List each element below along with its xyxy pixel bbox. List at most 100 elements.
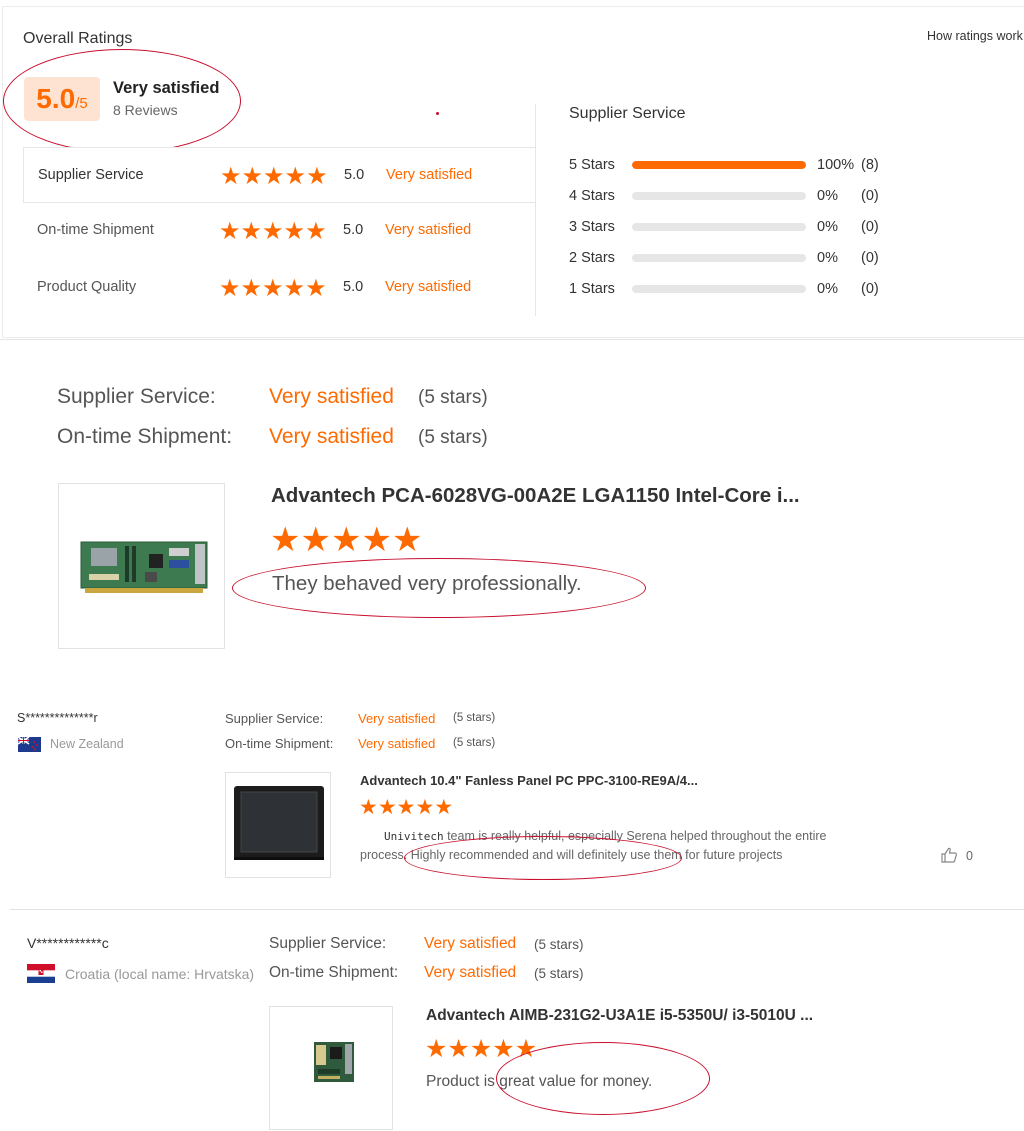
star-icon: ★: [283, 275, 306, 302]
thumbs-up-icon[interactable]: [940, 846, 958, 864]
product-title-1[interactable]: Advantech PCA-6028VG-00A2E LGA1150 Intel…: [271, 484, 800, 508]
breakdown-row[interactable]: 5 Stars 100% (8): [569, 154, 899, 178]
annotation-dot: [436, 112, 439, 115]
shipment-stars: (5 stars): [453, 737, 496, 749]
rating-row-product-quality[interactable]: Product Quality ★★★★★ 5.0 Very satisfied: [23, 260, 535, 316]
breakdown-bar-track: [632, 192, 806, 200]
supplier-service-value: Very satisfied: [269, 385, 394, 408]
breakdown-row[interactable]: 1 Stars 0% (0): [569, 278, 899, 302]
rating-row-value: 5.0: [343, 222, 364, 238]
breakdown-row[interactable]: 2 Stars 0% (0): [569, 247, 899, 271]
reviewer-name: S**************r: [17, 711, 98, 725]
star-icon: ★: [240, 275, 263, 302]
star-rating: ★★★★★: [219, 274, 327, 303]
breakdown-label: 2 Stars: [569, 250, 615, 266]
rating-row-text: Very satisfied: [385, 222, 472, 238]
breakdown-percent: 0%: [817, 281, 838, 297]
star-icon: ★: [241, 163, 264, 190]
star-icon: ★: [330, 521, 362, 559]
review-star-rating-2: ★★★★★: [359, 795, 453, 821]
rating-row-text: Very satisfied: [385, 279, 472, 295]
shipment-label: On-time Shipment:: [269, 964, 399, 981]
overall-score-max: /5: [75, 95, 88, 112]
shipment-label: On-time Shipment:: [57, 425, 233, 448]
reviewer-name: V************c: [27, 935, 109, 951]
shipment-stars: (5 stars): [418, 427, 488, 448]
rating-row-label: Supplier Service: [38, 167, 144, 183]
product-image-2[interactable]: [225, 772, 331, 878]
breakdown-title: Supplier Service: [569, 105, 686, 122]
croatia-flag-icon: [27, 964, 55, 983]
star-icon: ★: [396, 796, 416, 819]
star-icon: ★: [306, 163, 328, 190]
review-comment-1: They behaved very professionally.: [272, 572, 582, 595]
product-title-2[interactable]: Advantech 10.4" Fanless Panel PC PPC-310…: [360, 773, 698, 788]
shipment-label: On-time Shipment:: [225, 736, 334, 751]
star-icon: ★: [305, 218, 327, 245]
rating-row-on-time-shipment[interactable]: On-time Shipment ★★★★★ 5.0 Very satisfie…: [23, 203, 535, 259]
supplier-service-value: Very satisfied: [358, 711, 436, 726]
breakdown-count: (0): [861, 281, 879, 297]
rating-row-label: On-time Shipment: [37, 222, 154, 238]
review-comment-3: Product is great value for money.: [426, 1073, 653, 1090]
star-icon: ★: [447, 1035, 470, 1063]
product-image-1[interactable]: [58, 483, 225, 649]
breakdown-row[interactable]: 4 Stars 0% (0): [569, 185, 899, 209]
rating-row-value: 5.0: [343, 279, 364, 295]
star-icon: ★: [300, 521, 331, 559]
star-icon: ★: [425, 1035, 448, 1063]
shipment-value: Very satisfied: [358, 736, 436, 751]
rating-row-supplier-service[interactable]: Supplier Service ★★★★★ 5.0 Very satisfie…: [23, 147, 535, 203]
overall-ratings-panel: Overall Ratings How ratings work 5.0/5 V…: [0, 0, 1024, 340]
breakdown-label: 1 Stars: [569, 281, 615, 297]
breakdown-count: (0): [861, 219, 879, 235]
product-image-3[interactable]: [269, 1006, 393, 1130]
breakdown-percent: 0%: [817, 250, 838, 266]
reviewer-country: New Zealand: [50, 737, 124, 751]
supplier-service-stars: (5 stars): [534, 937, 584, 952]
product-title-3[interactable]: Advantech AIMB-231G2-U3A1E i5-5350U/ i3-…: [426, 1007, 813, 1025]
star-icon: ★: [219, 218, 241, 245]
star-icon: ★: [270, 521, 301, 559]
supplier-service-label: Supplier Service:: [225, 711, 324, 726]
overall-score: 5.0: [36, 83, 76, 114]
overall-review-count[interactable]: 8 Reviews: [113, 102, 178, 118]
supplier-service-stars: (5 stars): [418, 387, 488, 408]
rating-row-text: Very satisfied: [386, 167, 473, 183]
motherboard-image: [80, 541, 208, 593]
star-rating: ★★★★★: [219, 217, 327, 246]
star-icon: ★: [262, 275, 284, 302]
star-icon: ★: [391, 521, 423, 559]
star-icon: ★: [492, 1035, 515, 1063]
star-icon: ★: [415, 796, 435, 819]
breakdown-bar-fill: [632, 161, 806, 169]
how-ratings-work-link[interactable]: How ratings work: [927, 29, 1023, 43]
breakdown-row[interactable]: 3 Stars 0% (0): [569, 216, 899, 240]
star-icon: ★: [263, 163, 285, 190]
star-icon: ★: [219, 275, 241, 302]
company-name: Univitech: [384, 830, 444, 843]
like-count: 0: [966, 849, 973, 863]
rating-row-value: 5.0: [344, 167, 365, 183]
review-comment-2-line2: process. Highly recommended and will def…: [360, 848, 783, 862]
review-star-rating-3: ★★★★★: [425, 1034, 537, 1064]
star-icon: ★: [377, 796, 397, 819]
breakdown-label: 5 Stars: [569, 157, 615, 173]
breakdown-percent: 100%: [817, 157, 855, 173]
mini-itx-board-image: [314, 1042, 354, 1082]
star-icon: ★: [220, 163, 242, 190]
panel-divider: [535, 104, 536, 316]
review-star-rating-1: ★★★★★: [270, 520, 422, 560]
breakdown-count: (0): [861, 250, 879, 266]
star-icon: ★: [240, 218, 263, 245]
new-zealand-flag-icon: [17, 736, 41, 752]
shipment-value: Very satisfied: [269, 425, 394, 448]
reviewer-country: Croatia (local name: Hrvatska): [65, 966, 255, 982]
shipment-value: Very satisfied: [424, 964, 517, 981]
breakdown-count: (0): [861, 188, 879, 204]
shipment-stars: (5 stars): [534, 966, 584, 981]
supplier-service-stars: (5 stars): [453, 712, 496, 724]
star-icon: ★: [514, 1035, 538, 1063]
breakdown-percent: 0%: [817, 188, 838, 204]
supplier-service-value: Very satisfied: [424, 935, 517, 952]
